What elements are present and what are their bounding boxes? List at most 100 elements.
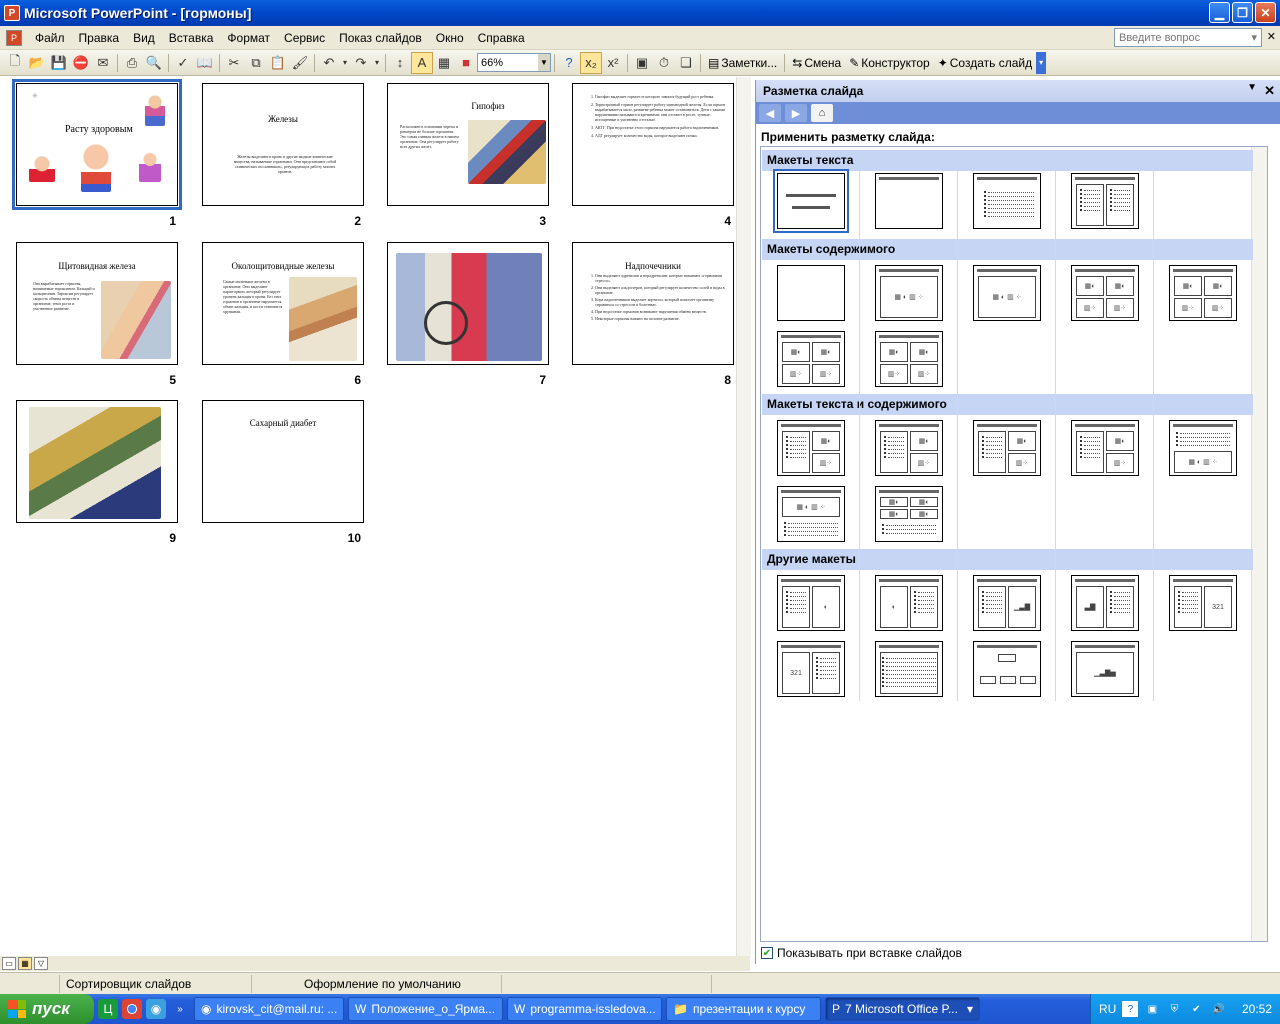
layout-thumbnail[interactable]: ◐ (875, 575, 943, 631)
slide-thumbnail-6[interactable]: Околощитовидные железы Самые маленькие ж… (202, 242, 364, 365)
restore-button[interactable]: ❐ (1232, 2, 1253, 23)
layout-thumbnail[interactable]: ▦◐ ▦◐ ▥⁘ ▥⁘ (777, 331, 845, 387)
layout-thumbnail[interactable]: ▁▃▇ (973, 575, 1041, 631)
layout-thumbnail[interactable]: ▦ ◐ ▥ ⁘ (973, 265, 1041, 321)
layout-thumbnail[interactable]: ▦◐ ▦◐ ▦◐ ▦◐ (875, 486, 943, 542)
grid-icon[interactable]: ▦ (433, 52, 455, 74)
close-button[interactable]: ✕ (1255, 2, 1276, 23)
layout-thumbnail[interactable]: ▦◐ ▥⁘ (1071, 420, 1139, 476)
layout-thumbnail[interactable] (777, 265, 845, 321)
zoom-select[interactable]: 66% ▼ (477, 53, 551, 72)
layout-thumbnail[interactable]: ▦◐ ▦◐ ▥⁘ ▥⁘ (875, 331, 943, 387)
spelling-icon[interactable]: ✓ (172, 52, 194, 74)
chevron-down-icon[interactable]: ▼ (538, 54, 550, 71)
layout-thumbnail[interactable]: 321 (777, 641, 845, 697)
toolbar-options-icon[interactable]: ▾ (1036, 51, 1047, 74)
menu-slideshow[interactable]: Показ слайдов (332, 27, 429, 49)
save-icon[interactable]: 💾 (48, 52, 70, 74)
help-icon[interactable]: ? (558, 52, 580, 74)
volume-icon[interactable]: 🔊 (1210, 1001, 1226, 1017)
language-indicator[interactable]: RU (1099, 1002, 1116, 1016)
show-formatting-icon[interactable]: A (411, 51, 433, 74)
subscript-icon[interactable]: x₂ (580, 51, 602, 74)
slide-thumbnail-10[interactable]: Сахарный диабет (202, 400, 364, 523)
layout-thumbnail[interactable] (1071, 173, 1139, 229)
document-icon[interactable]: P (6, 29, 22, 46)
menu-file[interactable]: Файл (28, 27, 72, 49)
layout-thumbnail[interactable]: ▦◐ ▦◐ ▥⁘ ▥⁘ (1169, 265, 1237, 321)
minimize-button[interactable]: ▁ (1209, 2, 1230, 23)
expand-all-icon[interactable]: ↕ (389, 52, 411, 74)
quicklaunch-more-icon[interactable]: » (170, 999, 190, 1019)
menu-view[interactable]: Вид (126, 27, 162, 49)
sorter-view-icon[interactable]: ▦ (18, 957, 32, 970)
slide-thumbnail-5[interactable]: Щитовидная железа Она вырабатывает гормо… (16, 242, 178, 365)
copy-icon[interactable]: ⧉ (245, 52, 267, 74)
layout-thumbnail[interactable]: ▁▃▇▅ (1071, 641, 1139, 697)
taskbar-item[interactable]: Wprogramma-issledova... (507, 997, 662, 1021)
new-slide-button[interactable]: ✦ Создать слайд (934, 56, 1036, 70)
notes-button[interactable]: ▤ Заметки... (704, 56, 781, 70)
layout-thumbnail[interactable]: ◐ (777, 575, 845, 631)
menu-edit[interactable]: Правка (72, 27, 127, 49)
designer-button[interactable]: ✎ Конструктор (845, 56, 933, 70)
layout-thumbnail[interactable] (875, 641, 943, 697)
taskbar-item[interactable]: ◉ kirovsk_cit@mail.ru: ... (194, 997, 344, 1021)
open-icon[interactable]: 📂 (26, 52, 48, 74)
slideshow-view-icon[interactable]: ▽ (34, 957, 48, 970)
rehearse-timings-icon[interactable]: ⏱ (653, 52, 675, 74)
chevron-down-icon[interactable]: ▾ (1251, 31, 1257, 44)
globe-icon[interactable]: ◉ (146, 999, 166, 1019)
slide-thumbnail-1[interactable]: ✳ Расту здоровым (12, 79, 182, 210)
print-icon[interactable]: ⎙ (121, 52, 143, 74)
slide-thumbnail-8[interactable]: Надпочечники Они выделяют адреналин и но… (572, 242, 734, 365)
email-icon[interactable]: ✉ (92, 52, 114, 74)
transition-button[interactable]: ⇆ Смена (788, 56, 845, 70)
hide-slide-icon[interactable]: ▣ (631, 52, 653, 74)
cut-icon[interactable]: ✂ (223, 52, 245, 74)
slide-thumbnail-7[interactable] (387, 242, 549, 365)
help-search-input[interactable]: Введите вопрос ▾ (1114, 28, 1262, 47)
start-button[interactable]: пуск (0, 994, 94, 1024)
show-on-insert-option[interactable]: ✔ Показывать при вставке слайдов (761, 946, 962, 960)
layout-thumbnail[interactable] (973, 173, 1041, 229)
format-painter-icon[interactable]: 🖌 (289, 52, 311, 74)
layout-thumbnail[interactable]: 321 (1169, 575, 1237, 631)
update-icon[interactable]: ✔ (1188, 1001, 1204, 1017)
back-icon[interactable]: ◀ (759, 104, 781, 122)
chevron-down-icon[interactable]: ▼ (1247, 82, 1257, 93)
close-document-icon[interactable]: ✕ (1267, 30, 1276, 43)
normal-view-icon[interactable]: ▭ (2, 957, 16, 970)
taskbar-item[interactable]: W Положение_о_Ярма... (348, 997, 503, 1021)
slide-thumbnail-3[interactable]: Гипофиз Расположен в основании черепа и … (387, 83, 549, 206)
slide-thumbnail-9[interactable] (16, 400, 178, 523)
undo-icon[interactable]: ↶ (318, 52, 340, 74)
show-on-insert-checkbox[interactable]: ✔ (761, 947, 773, 959)
menu-insert[interactable]: Вставка (162, 27, 221, 49)
taskbar-item-active[interactable]: P 7 Microsoft Office P... ▾ (825, 997, 980, 1021)
close-icon[interactable]: ✕ (1264, 83, 1275, 99)
layout-thumbnail[interactable] (875, 173, 943, 229)
menu-help[interactable]: Справка (471, 27, 532, 49)
forward-icon[interactable]: ▶ (785, 104, 807, 122)
superscript-icon[interactable]: x² (602, 52, 624, 74)
permission-icon[interactable]: ⛔ (70, 52, 92, 74)
chrome-icon[interactable] (122, 999, 142, 1019)
powerpoint-app-icon[interactable]: P (4, 5, 20, 21)
layout-thumbnail[interactable]: ▦◐ ▥⁘ (875, 420, 943, 476)
help-icon[interactable]: ? (1122, 1001, 1139, 1017)
network-icon[interactable]: ▣ (1144, 1001, 1160, 1017)
layout-thumbnail[interactable]: ▦◐ ▦◐ ▥⁘ ▥⁘ (1071, 265, 1139, 321)
layout-thumbnail[interactable]: ▦ ◐ ▥ ⁘ (1169, 420, 1237, 476)
layout-thumbnail[interactable]: ▦ ◐ ▥ ⁘ (875, 265, 943, 321)
menu-format[interactable]: Формат (220, 27, 277, 49)
redo-icon[interactable]: ↷ (350, 52, 372, 74)
paste-icon[interactable]: 📋 (267, 52, 289, 74)
home-icon[interactable]: ⌂ (811, 104, 833, 122)
layout-thumbnail[interactable]: ▦◐ ▥⁘ (973, 420, 1041, 476)
quicklaunch-icon[interactable]: Ц (98, 999, 118, 1019)
layout-thumbnail[interactable]: ▃▇ (1071, 575, 1139, 631)
layout-thumbnail[interactable] (973, 641, 1041, 697)
sorter-scrollbar[interactable] (736, 77, 751, 956)
menu-window[interactable]: Окно (429, 27, 471, 49)
